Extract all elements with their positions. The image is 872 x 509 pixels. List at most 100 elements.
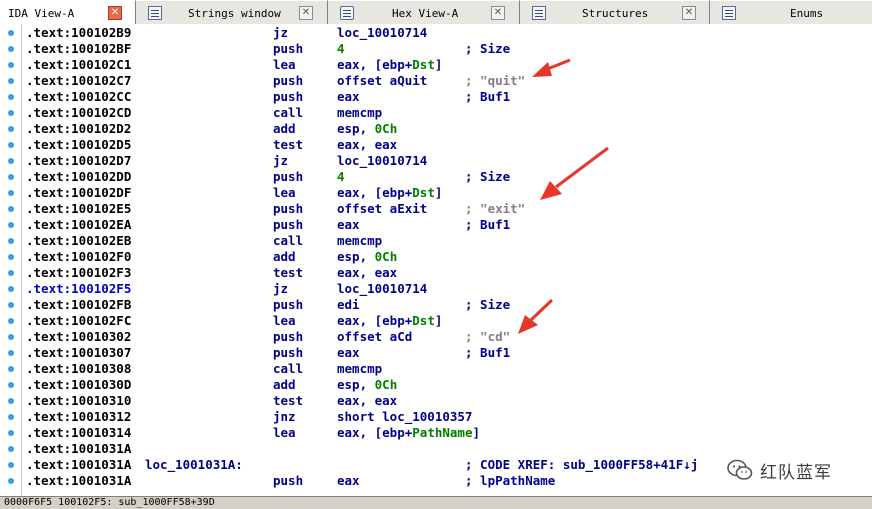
address[interactable]: .text:100102EA (26, 217, 131, 233)
mnemonic[interactable]: push (273, 297, 303, 313)
operands[interactable]: offset aCd (337, 329, 412, 345)
address[interactable]: .text:100102C7 (26, 73, 131, 89)
mnemonic[interactable]: push (273, 329, 303, 345)
listing-row[interactable]: .text:100102E5 push offset aExit ; "exit" (22, 201, 872, 217)
breakpoint-dot-icon[interactable] (8, 78, 14, 84)
listing-row[interactable]: .text:1001031A (22, 441, 872, 457)
address[interactable]: .text:100102B9 (26, 25, 131, 41)
breakpoint-dot-icon[interactable] (8, 446, 14, 452)
address[interactable]: .text:100102F5 (26, 281, 131, 297)
operands[interactable]: short loc_10010357 (337, 409, 472, 425)
listing-row[interactable]: .text:100102D2 add esp, 0Ch (22, 121, 872, 137)
listing-row[interactable]: .text:100102D7 jz loc_10010714 (22, 153, 872, 169)
breakpoint-dot-icon[interactable] (8, 30, 14, 36)
operands[interactable]: memcmp (337, 233, 382, 249)
address[interactable]: .text:100102FC (26, 313, 131, 329)
address[interactable]: .text:100102D2 (26, 121, 131, 137)
breakpoint-dot-icon[interactable] (8, 318, 14, 324)
operands[interactable]: eax, eax (337, 265, 397, 281)
address[interactable]: .text:10010308 (26, 361, 131, 377)
mnemonic[interactable]: add (273, 249, 296, 265)
address[interactable]: .text:100102CD (26, 105, 131, 121)
mnemonic[interactable]: jz (273, 25, 288, 41)
mnemonic[interactable]: push (273, 201, 303, 217)
address[interactable]: .text:10010312 (26, 409, 131, 425)
breakpoint-dot-icon[interactable] (8, 62, 14, 68)
mnemonic[interactable]: call (273, 361, 303, 377)
address[interactable]: .text:10010314 (26, 425, 131, 441)
operands[interactable]: esp, 0Ch (337, 121, 397, 137)
operands[interactable]: loc_10010714 (337, 153, 427, 169)
listing-row[interactable]: .text:100102DF lea eax, [ebp+Dst] (22, 185, 872, 201)
listing-row[interactable]: .text:100102F0 add esp, 0Ch (22, 249, 872, 265)
address[interactable]: .text:100102F0 (26, 249, 131, 265)
listing-row[interactable]: .text:100102CD call memcmp (22, 105, 872, 121)
operands[interactable]: eax, [ebp+Dst] (337, 57, 442, 73)
breakpoint-dot-icon[interactable] (8, 254, 14, 260)
listing-row[interactable]: .text:10010302 push offset aCd ; "cd" (22, 329, 872, 345)
breakpoint-dot-icon[interactable] (8, 414, 14, 420)
breakpoint-dot-icon[interactable] (8, 222, 14, 228)
operands[interactable]: eax (337, 89, 360, 105)
tab-ida-view-a[interactable]: IDA View-A ✕ (0, 0, 136, 25)
listing-row[interactable]: .text:100102EA push eax ; Buf1 (22, 217, 872, 233)
address[interactable]: .text:100102FB (26, 297, 131, 313)
operands[interactable]: 4 (337, 41, 345, 57)
mnemonic[interactable]: test (273, 393, 303, 409)
breakpoint-dot-icon[interactable] (8, 366, 14, 372)
listing-row[interactable]: .text:100102FB push edi ; Size (22, 297, 872, 313)
address[interactable]: .text:100102C1 (26, 57, 131, 73)
breakpoint-dot-icon[interactable] (8, 142, 14, 148)
tab-structures[interactable]: Structures ✕ (520, 0, 710, 24)
address[interactable]: .text:1001030D (26, 377, 131, 393)
breakpoint-dot-icon[interactable] (8, 126, 14, 132)
mnemonic[interactable]: jnz (273, 409, 296, 425)
operands[interactable]: memcmp (337, 105, 382, 121)
listing-row[interactable]: .text:10010314 lea eax, [ebp+PathName] (22, 425, 872, 441)
listing-row[interactable]: .text:100102B9 jz loc_10010714 (22, 25, 872, 41)
tab-enums[interactable]: Enums (710, 0, 872, 24)
operands[interactable]: eax (337, 345, 360, 361)
operands[interactable]: 4 (337, 169, 345, 185)
breakpoint-dot-icon[interactable] (8, 350, 14, 356)
listing-row[interactable]: .text:10010310 test eax, eax (22, 393, 872, 409)
breakpoint-dot-icon[interactable] (8, 206, 14, 212)
mnemonic[interactable]: call (273, 233, 303, 249)
breakpoint-dot-icon[interactable] (8, 334, 14, 340)
address[interactable]: .text:10010310 (26, 393, 131, 409)
listing-row[interactable]: .text:100102C1 lea eax, [ebp+Dst] (22, 57, 872, 73)
mnemonic[interactable]: push (273, 217, 303, 233)
tab-strings-window[interactable]: Strings window ✕ (136, 0, 328, 24)
operands[interactable]: eax, [ebp+Dst] (337, 185, 442, 201)
breakpoint-dot-icon[interactable] (8, 94, 14, 100)
tab-hex-view-a[interactable]: Hex View-A ✕ (328, 0, 520, 24)
address[interactable]: .text:100102D5 (26, 137, 131, 153)
listing-row[interactable]: .text:100102DD push 4 ; Size (22, 169, 872, 185)
listing-row[interactable]: .text:10010312 jnz short loc_10010357 (22, 409, 872, 425)
address[interactable]: .text:1001031A (26, 473, 131, 489)
listing-row[interactable]: .text:100102C7 push offset aQuit ; "quit" (22, 73, 872, 89)
address[interactable]: .text:100102EB (26, 233, 131, 249)
listing-row[interactable]: .text:100102BF push 4 ; Size (22, 41, 872, 57)
operands[interactable]: loc_10010714 (337, 25, 427, 41)
operands[interactable]: esp, 0Ch (337, 377, 397, 393)
listing-row[interactable]: .text:100102F5 jz loc_10010714 (22, 281, 872, 297)
mnemonic[interactable]: add (273, 121, 296, 137)
mnemonic[interactable]: push (273, 89, 303, 105)
address[interactable]: .text:100102DF (26, 185, 131, 201)
listing-row[interactable]: .text:10010307 push eax ; Buf1 (22, 345, 872, 361)
close-icon[interactable]: ✕ (682, 6, 696, 20)
operands[interactable]: offset aQuit (337, 73, 427, 89)
mnemonic[interactable]: jz (273, 153, 288, 169)
mnemonic[interactable]: jz (273, 281, 288, 297)
mnemonic[interactable]: push (273, 345, 303, 361)
breakpoint-dot-icon[interactable] (8, 302, 14, 308)
mnemonic[interactable]: lea (273, 185, 296, 201)
listing-row[interactable]: .text:100102FC lea eax, [ebp+Dst] (22, 313, 872, 329)
listing-row[interactable]: .text:10010308 call memcmp (22, 361, 872, 377)
breakpoint-dot-icon[interactable] (8, 430, 14, 436)
address[interactable]: .text:100102BF (26, 41, 131, 57)
breakpoint-dot-icon[interactable] (8, 174, 14, 180)
address[interactable]: .text:100102DD (26, 169, 131, 185)
operands[interactable]: loc_10010714 (337, 281, 427, 297)
